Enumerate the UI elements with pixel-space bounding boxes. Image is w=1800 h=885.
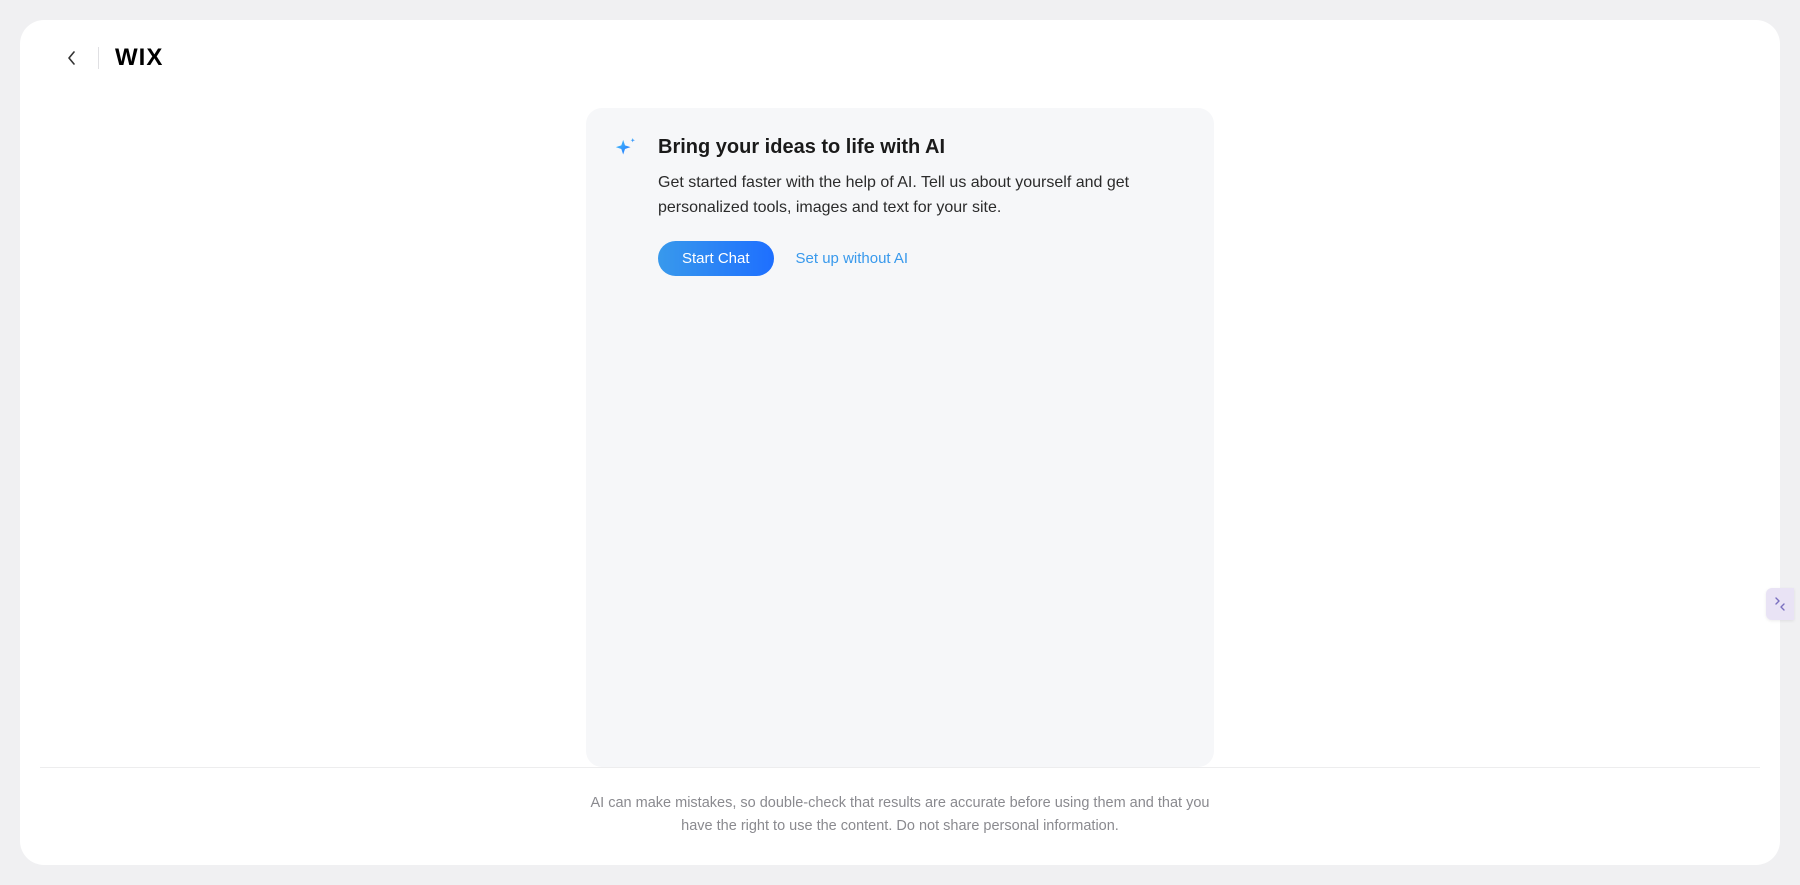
chevron-left-icon — [68, 51, 76, 65]
app-container: WIX Bring your ideas to life with AI — [20, 20, 1780, 865]
wix-logo[interactable]: WIX — [115, 44, 163, 72]
header-divider — [98, 47, 99, 69]
setup-without-ai-link[interactable]: Set up without AI — [796, 250, 909, 267]
ai-disclaimer: AI can make mistakes, so double-check th… — [580, 792, 1220, 837]
card-description: Get started faster with the help of AI. … — [658, 171, 1182, 221]
header: WIX — [20, 20, 1780, 96]
card-body: Bring your ideas to life with AI Get sta… — [658, 136, 1182, 739]
sparkle-icon-wrap — [614, 136, 636, 739]
back-button[interactable] — [62, 48, 82, 68]
card-actions: Start Chat Set up without AI — [658, 241, 1182, 276]
collapse-icon — [1773, 597, 1787, 611]
card-title: Bring your ideas to life with AI — [658, 136, 1182, 159]
sparkle-icon — [614, 138, 636, 160]
collapse-panel-button[interactable] — [1766, 588, 1794, 620]
ai-intro-card: Bring your ideas to life with AI Get sta… — [586, 108, 1214, 767]
start-chat-button[interactable]: Start Chat — [658, 241, 774, 276]
main-content: Bring your ideas to life with AI Get sta… — [20, 96, 1780, 767]
footer: AI can make mistakes, so double-check th… — [40, 767, 1760, 865]
